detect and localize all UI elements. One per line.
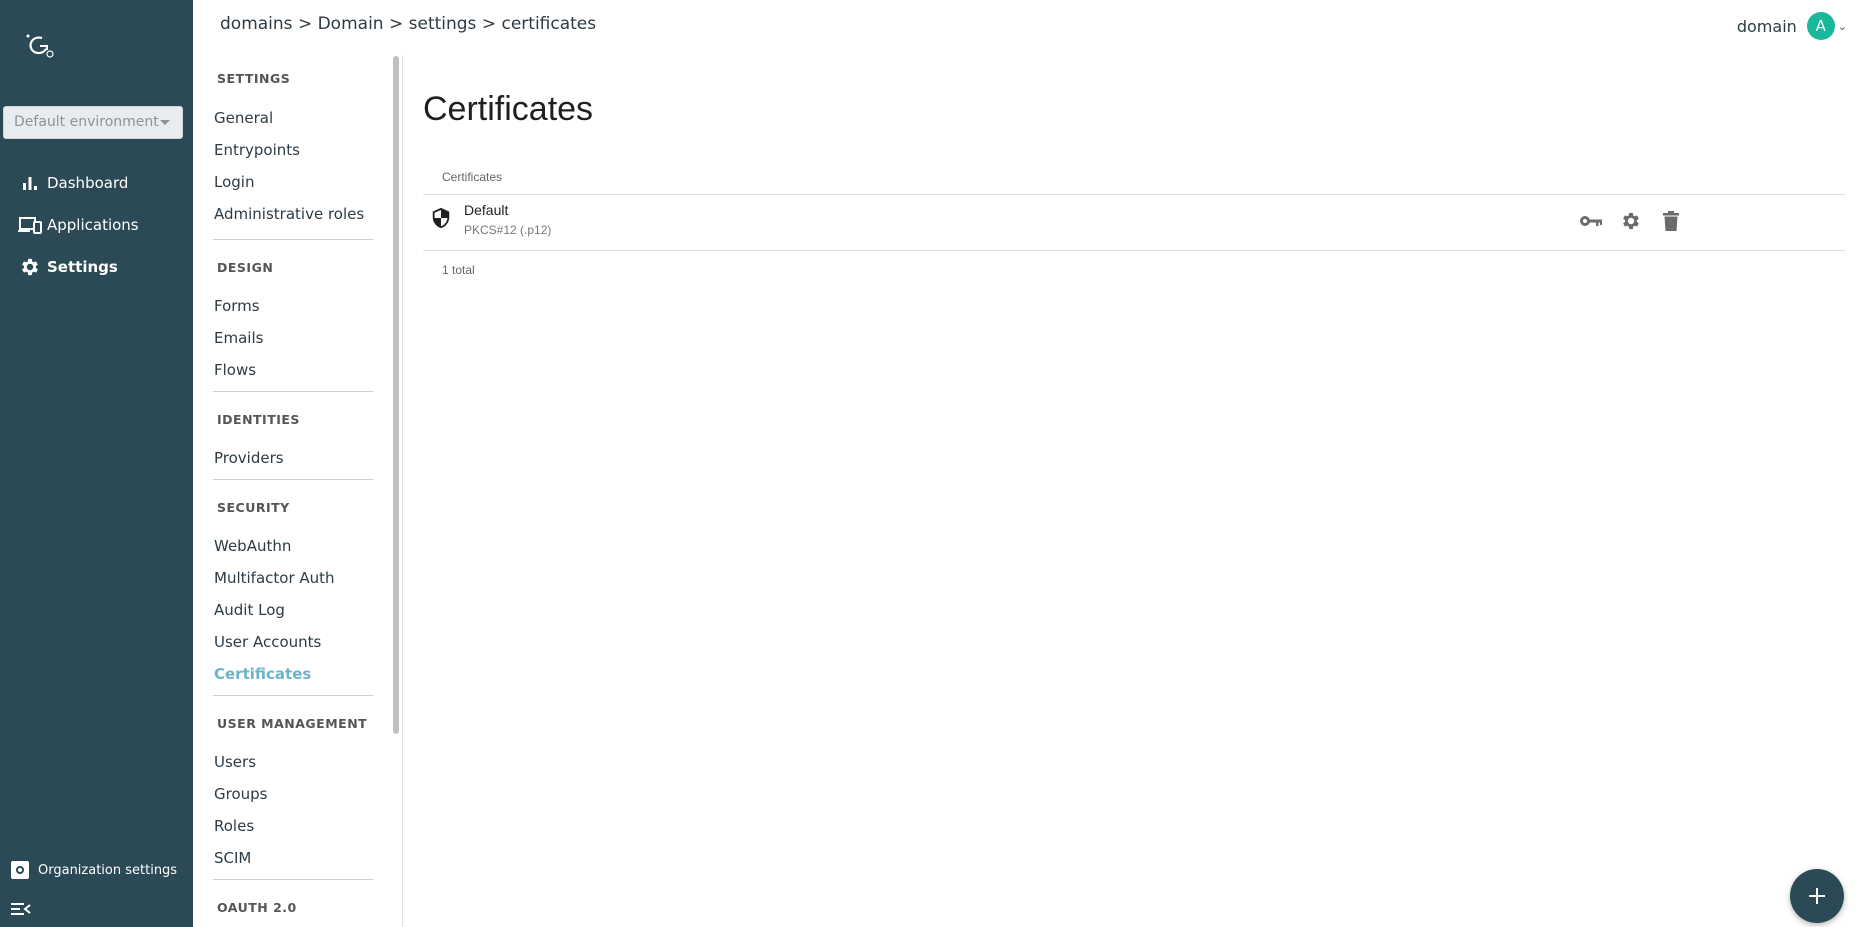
environment-select-value: Default environment [14, 114, 159, 130]
environment-select[interactable]: Default environment [3, 106, 183, 139]
section-title-security: SECURITY [217, 500, 290, 515]
subnav-item-providers[interactable]: Providers [214, 449, 284, 467]
shield-icon [432, 207, 450, 229]
nav-dashboard[interactable]: Dashboard [18, 168, 128, 198]
section-title-oauth: OAUTH 2.0 [217, 900, 297, 915]
org-gear-icon [11, 861, 29, 879]
avatar[interactable]: A [1806, 12, 1835, 40]
breadcrumb: domains > Domain > settings > certificat… [220, 14, 596, 34]
nav-dashboard-label: Dashboard [47, 174, 129, 192]
organization-settings-label: Organization settings [38, 862, 178, 878]
divider [213, 879, 373, 880]
user-domain-name: domain [1736, 16, 1797, 36]
section-title-settings: SETTINGS [217, 71, 291, 86]
delete-button[interactable] [1658, 208, 1684, 234]
section-title-design: DESIGN [217, 260, 274, 275]
nav-applications-label: Applications [47, 216, 139, 234]
gear-icon [18, 255, 42, 279]
divider [213, 239, 373, 240]
gear-icon [1623, 212, 1639, 230]
main-sidebar: Default environment Dashboard Applicatio… [0, 0, 193, 927]
nav-settings[interactable]: Settings [18, 252, 118, 282]
caret-down-icon [160, 120, 170, 125]
subnav-item-groups[interactable]: Groups [214, 785, 267, 803]
add-certificate-button[interactable] [1790, 869, 1844, 923]
breadcrumb-certificates: certificates [501, 14, 597, 34]
breadcrumb-separator: > [297, 14, 313, 34]
subnav-item-roles[interactable]: Roles [214, 817, 254, 835]
devices-icon [18, 213, 42, 237]
app-root: Default environment Dashboard Applicatio… [0, 0, 1855, 927]
subnav-item-administrative-roles[interactable]: Administrative roles [214, 205, 364, 223]
subnav-item-emails[interactable]: Emails [214, 329, 263, 347]
section-title-identities: IDENTITIES [217, 412, 300, 427]
breadcrumb-separator: > [481, 14, 497, 34]
subnav-item-scim[interactable]: SCIM [214, 849, 251, 867]
chevron-down-icon[interactable]: ⌄ [1838, 20, 1847, 33]
subnav-item-webauthn[interactable]: WebAuthn [214, 537, 291, 555]
subnav-item-general[interactable]: General [214, 109, 273, 127]
breadcrumb-domains[interactable]: domains [220, 14, 293, 34]
key-icon [1580, 216, 1602, 226]
table-row-divider [423, 250, 1845, 251]
nav-settings-label: Settings [47, 258, 118, 276]
certificate-type: PKCS#12 (.p12) [464, 223, 552, 237]
breadcrumb-settings[interactable]: settings [409, 14, 477, 34]
subnav-item-login[interactable]: Login [214, 173, 254, 191]
breadcrumb-domain[interactable]: Domain [318, 14, 384, 34]
table-column-header: Certificates [442, 170, 503, 184]
section-title-user-management: USER MANAGEMENT [217, 716, 368, 731]
total-count: 1 total [442, 263, 475, 277]
subnav-item-flows[interactable]: Flows [214, 361, 256, 379]
key-button[interactable] [1578, 208, 1604, 234]
trash-icon [1663, 211, 1679, 231]
nav-applications[interactable]: Applications [18, 210, 139, 240]
subnav-item-audit-log[interactable]: Audit Log [214, 601, 285, 619]
app-logo[interactable] [20, 30, 60, 60]
subnav-item-multifactor-auth[interactable]: Multifactor Auth [214, 569, 335, 587]
subnav-item-user-accounts[interactable]: User Accounts [214, 633, 321, 651]
subnav-scrollbar[interactable] [393, 56, 399, 734]
divider [213, 479, 373, 480]
page-title: Certificates [423, 90, 594, 128]
table-row[interactable]: Default PKCS#12 (.p12) [423, 195, 1845, 250]
plus-icon [1809, 888, 1825, 904]
user-menu[interactable]: domain A ⌄ [1737, 12, 1847, 40]
subnav-item-entrypoints[interactable]: Entrypoints [214, 141, 300, 159]
organization-settings-link[interactable]: Organization settings [10, 856, 177, 884]
certificate-settings-button[interactable] [1618, 208, 1644, 234]
subnav-item-users[interactable]: Users [214, 753, 256, 771]
certificate-name: Default [464, 202, 509, 218]
collapse-menu-icon[interactable] [10, 898, 32, 920]
bar-chart-icon [18, 171, 42, 195]
divider [213, 391, 373, 392]
breadcrumb-separator: > [388, 14, 404, 34]
subnav-item-forms[interactable]: Forms [214, 297, 260, 315]
subnav-item-certificates[interactable]: Certificates [214, 665, 311, 683]
divider [213, 695, 373, 696]
